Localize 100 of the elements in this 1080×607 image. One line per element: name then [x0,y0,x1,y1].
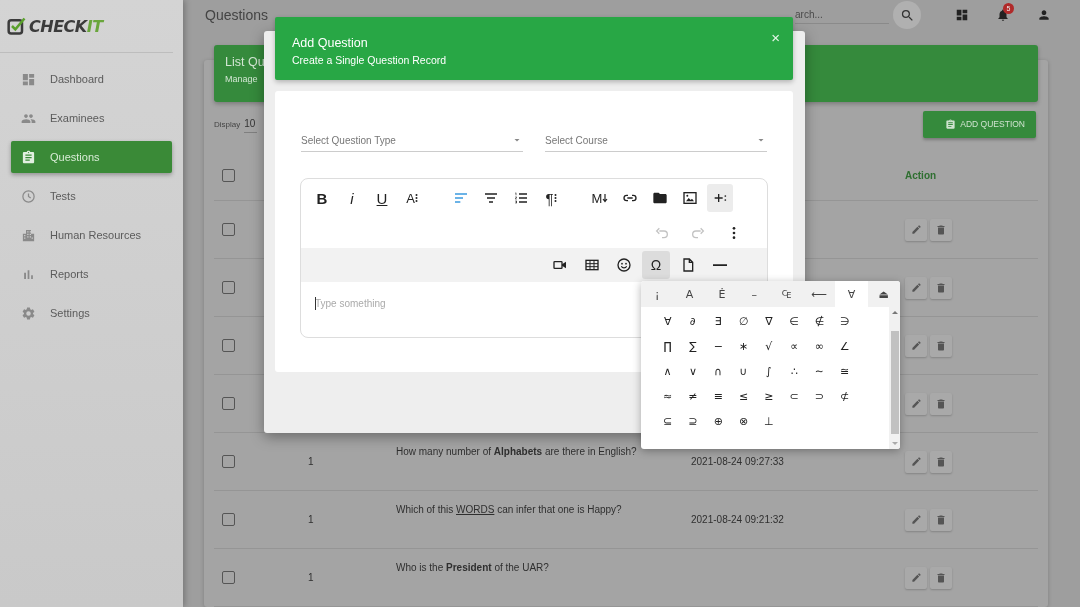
pencil-icon [910,456,922,467]
symbol-button[interactable]: ∂ [680,309,706,334]
sidebar-item[interactable]: Settings [11,297,172,329]
symbol-button[interactable]: ≅ [832,359,858,384]
edit-button[interactable] [905,392,927,415]
symbol-button[interactable]: ∏ [655,334,681,359]
edit-button[interactable] [905,334,927,357]
symbol-button[interactable]: ∩ [705,359,731,384]
symbol-tab[interactable]: Ė [705,281,739,307]
bold-button[interactable]: B [309,184,335,212]
symbol-button[interactable]: ∑ [680,334,706,359]
font-size-button[interactable]: A [399,184,425,212]
symbol-button[interactable]: ∀ [655,309,681,334]
symbol-button[interactable]: ∞ [806,334,833,359]
checkbox[interactable] [222,168,235,182]
checkbox[interactable] [222,397,235,410]
symbol-button[interactable]: ≠ [680,384,706,409]
sidebar-item[interactable]: Human Resources [11,219,172,251]
emoji-icon [616,257,632,273]
checkbox[interactable] [222,281,235,294]
symbol-button[interactable]: ∋ [832,309,858,334]
symbol-button[interactable]: ⊆ [655,409,681,434]
search-button[interactable] [893,1,921,29]
symbol-button[interactable]: ⊕ [705,409,731,434]
sidebar-item[interactable]: Dashboard [11,63,172,95]
markdown-button[interactable]: M [587,184,613,212]
symbol-button[interactable]: ⊄ [832,384,858,409]
search-field[interactable]: arch... [795,6,889,24]
symbol-button[interactable]: ≡ [705,384,731,409]
edit-button[interactable] [905,566,927,589]
symbol-button[interactable]: ⊗ [730,409,757,434]
symbol-button[interactable]: ∉ [806,309,833,334]
horizontal-line-icon [713,264,727,266]
symbol-button[interactable]: ∝ [781,334,807,359]
paragraph-button[interactable]: ¶ [538,184,564,212]
symbol-button[interactable]: ∫ [756,359,782,384]
pencil-icon [910,224,922,235]
delete-button[interactable] [930,566,952,589]
edit-button[interactable] [905,450,927,473]
symbol-button[interactable]: ∪ [730,359,757,384]
symbol-button[interactable]: ∇ [756,309,782,334]
sidebar-item[interactable]: Questions [11,141,172,173]
table-cell: 2021-08-24 09:27:33 [691,456,784,467]
symbol-button[interactable]: ∠ [832,334,858,359]
trash-icon [935,223,947,236]
plus-button[interactable] [707,184,733,212]
display-label: Display [214,119,241,129]
symbol-tab[interactable]: – [738,281,771,307]
delete-button[interactable] [930,508,952,531]
symbol-button[interactable]: ∗ [730,334,757,359]
symbol-tab[interactable]: ⏏ [867,281,900,307]
checkbox[interactable] [222,571,235,584]
symbol-button[interactable]: ∨ [680,359,706,384]
checkbox[interactable] [222,455,235,468]
symbol-tab[interactable]: ⟵ [802,281,836,307]
symbol-button[interactable]: ≤ [730,384,757,409]
trash-icon [935,513,947,526]
symbol-button[interactable]: ∴ [781,359,807,384]
delete-button[interactable] [930,334,952,357]
checkbox[interactable] [222,223,235,236]
card-title: List Qu [225,55,265,69]
page-size-select[interactable]: 10 [244,115,258,133]
edit-button[interactable] [905,508,927,531]
symbol-button[interactable]: ∅ [730,309,757,334]
symbol-button[interactable]: √ [756,334,782,359]
buildings-icon [21,227,36,243]
symbol-button[interactable]: ∧ [655,359,681,384]
symbol-button[interactable]: − [705,334,731,359]
delete-button[interactable] [930,276,952,299]
select-field[interactable]: Select Course [545,134,767,152]
symbol-button[interactable]: ∃ [705,309,731,334]
omega-button[interactable]: Ω [642,251,670,279]
sidebar-item[interactable]: Examinees [11,102,172,134]
symbol-tab[interactable]: A [673,281,706,307]
symbol-button[interactable]: ⊥ [756,409,782,434]
delete-button[interactable] [930,392,952,415]
italic-button[interactable]: i [339,184,365,212]
scrollbar[interactable] [889,307,900,449]
delete-button[interactable] [930,218,952,241]
symbol-tab[interactable]: ∀ [835,281,868,307]
edit-button[interactable] [905,218,927,241]
symbol-button[interactable]: ⊃ [806,384,833,409]
symbol-tab[interactable]: ₠ [770,281,803,307]
symbol-button[interactable]: ⊇ [680,409,706,434]
sidebar-item[interactable]: Reports [11,258,172,290]
edit-button[interactable] [905,276,927,299]
sidebar-item[interactable]: Tests [11,180,172,212]
checkbox[interactable] [222,513,235,526]
symbol-button[interactable]: ⊂ [781,384,807,409]
symbol-button[interactable]: ∼ [806,359,833,384]
delete-button[interactable] [930,450,952,473]
trash-icon [935,281,947,294]
symbol-button[interactable]: ≥ [756,384,782,409]
checkbox[interactable] [222,339,235,352]
select-field[interactable]: Select Question Type [301,134,523,152]
symbol-button[interactable]: ∈ [781,309,807,334]
symbol-tab[interactable]: ¡ [641,281,674,307]
underline-button[interactable]: U [369,184,395,212]
symbol-button[interactable]: ≈ [655,384,681,409]
pencil-icon [910,398,922,409]
